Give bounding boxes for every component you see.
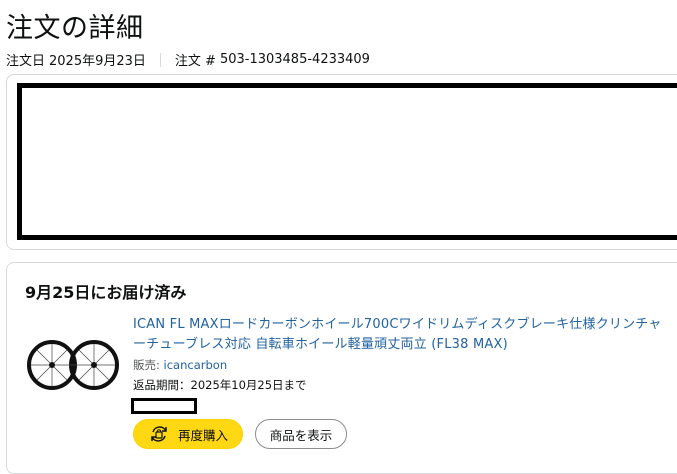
seller-info: 販売: icancarbon	[133, 357, 227, 373]
product-title-link[interactable]: ICAN FL MAXロードカーボンホイール700Cワイドリムディスクブレーキ仕…	[133, 315, 673, 355]
page-title: 注文の詳細	[6, 13, 144, 44]
shipment-card: 9月25日にお届け済み ICAN FL MAXロードカーボンホイール700Cワイ…	[6, 262, 677, 474]
buy-again-button[interactable]: 再度購入	[133, 419, 243, 449]
order-date-label: 注文日	[6, 54, 46, 69]
redacted-area	[17, 83, 677, 240]
order-meta: 注文日 2025年9月23日 注文 # 503-1303485-4233409	[6, 50, 370, 69]
seller-label: 販売:	[133, 358, 160, 372]
meta-divider	[159, 52, 161, 67]
bicycle-wheels-icon[interactable]	[27, 337, 119, 393]
seller-link[interactable]: icancarbon	[164, 358, 228, 372]
order-number-label: 注文 #	[174, 54, 216, 69]
order-date: 2025年9月23日	[49, 54, 146, 69]
redacted-field	[131, 398, 197, 414]
return-window: 返品期間：2025年10月25日まで	[133, 378, 307, 392]
order-summary-card	[6, 74, 677, 250]
buy-again-label: 再度購入	[177, 427, 228, 443]
view-item-label: 商品を表示	[269, 427, 333, 443]
rebuy-icon	[148, 423, 170, 445]
delivery-status: 9月25日にお届け済み	[25, 283, 187, 302]
order-number: 503-1303485-4233409	[219, 52, 370, 67]
view-item-button[interactable]: 商品を表示	[255, 419, 347, 449]
